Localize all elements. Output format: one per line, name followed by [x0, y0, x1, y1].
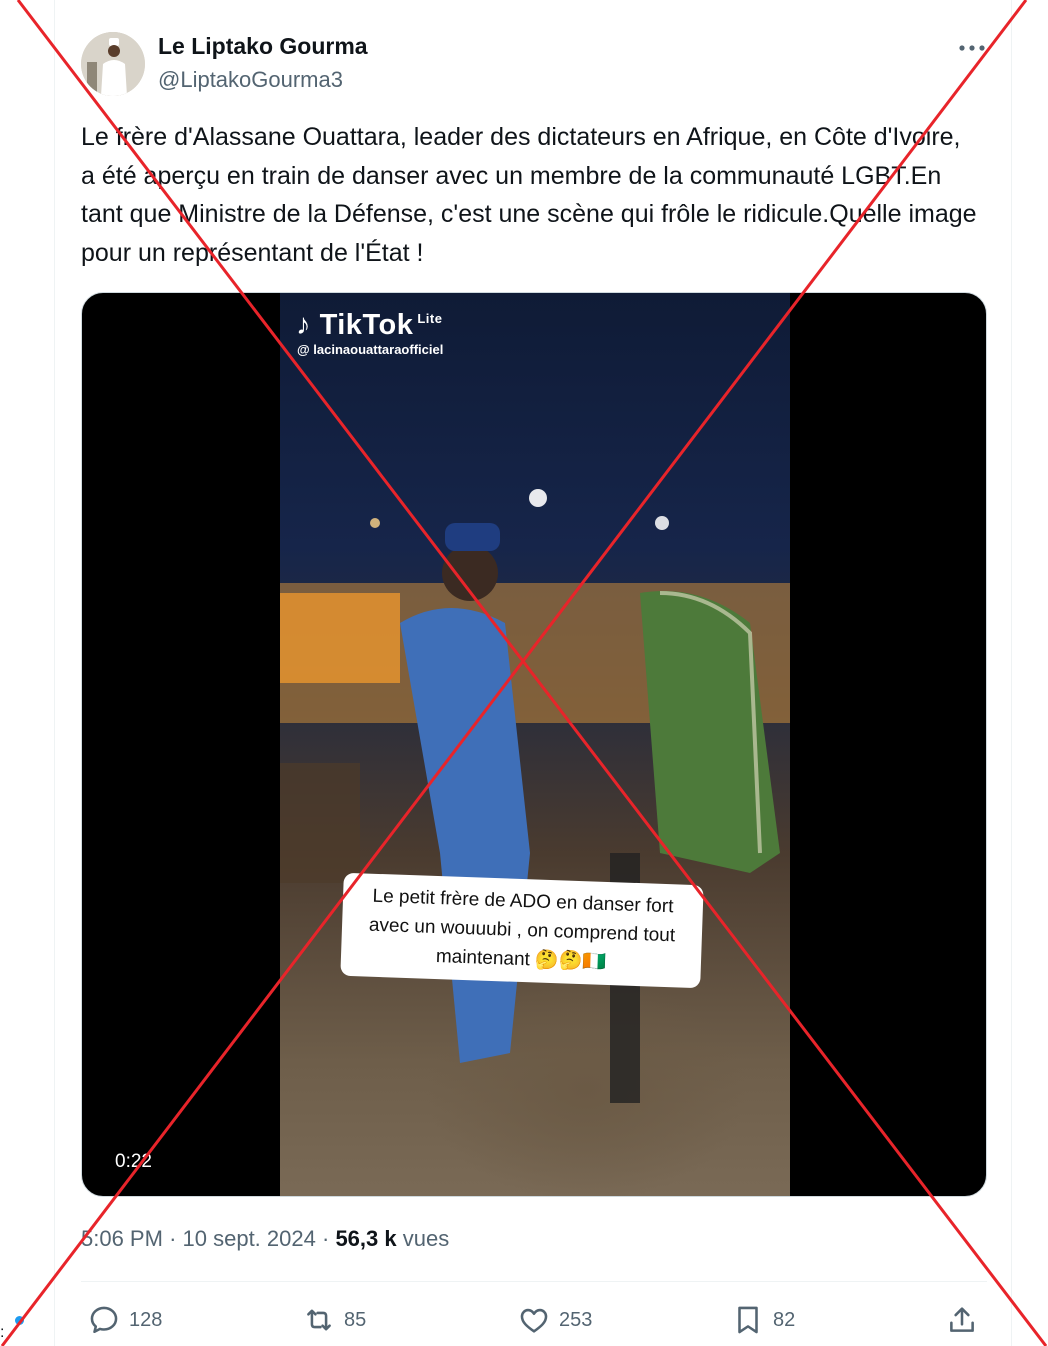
- divider: [81, 1281, 987, 1282]
- tweet-meta: 5:06 PM · 10 sept. 2024 · 56,3 k vues: [81, 1226, 449, 1252]
- meta-separator: ·: [169, 1226, 183, 1251]
- tweet-text: Le frère d'Alassane Ouattara, leader des…: [81, 123, 984, 267]
- edge-ellipsis: :: [0, 1324, 5, 1341]
- tiktok-handle: @ lacinaouattaraofficiel: [297, 342, 444, 357]
- meta-separator: ·: [321, 1226, 336, 1251]
- share-button[interactable]: [945, 1302, 979, 1338]
- views-count: 56,3 k: [335, 1226, 397, 1251]
- avatar-figure: [81, 32, 145, 96]
- tiktok-note-icon: ♪: [296, 309, 311, 341]
- bookmark-count: 82: [773, 1308, 796, 1331]
- author-name[interactable]: Le Liptako Gourma: [158, 33, 368, 60]
- share-icon: [950, 1307, 974, 1332]
- video-scene: [280, 489, 790, 1103]
- like-icon: [520, 1308, 548, 1333]
- bookmark-icon: [738, 1306, 758, 1334]
- action-bar: 128 85 253 82: [0, 1296, 1048, 1346]
- like-button[interactable]: 253: [517, 1302, 592, 1338]
- like-count: 253: [559, 1308, 593, 1331]
- tiktok-wordmark: TikTok: [319, 309, 414, 341]
- more-options-button[interactable]: [954, 34, 990, 62]
- tiktok-logo: ♪ TikTok Lite: [296, 309, 442, 342]
- video-player[interactable]: ♪ TikTok Lite @ lacinaouattaraofficiel Le…: [81, 292, 987, 1197]
- repost-count: 85: [344, 1308, 367, 1331]
- views-label: vues: [402, 1226, 450, 1251]
- repost-icon: [307, 1309, 331, 1331]
- video-frame: ♪ TikTok Lite @ lacinaouattaraofficiel Le…: [280, 293, 790, 1196]
- tweet-time[interactable]: 5:06 PM: [81, 1226, 163, 1251]
- video-caption: Le petit frère de ADO en danser fort ave…: [340, 872, 704, 989]
- reply-button[interactable]: 128: [87, 1302, 162, 1338]
- bookmark-button[interactable]: 82: [731, 1302, 795, 1338]
- tweet-page: Le Liptako Gourma @LiptakoGourma3 Le frè…: [0, 0, 1048, 1346]
- edge-dot: [15, 1316, 24, 1325]
- tiktok-lite: Lite: [417, 311, 443, 327]
- author-handle[interactable]: @LiptakoGourma3: [158, 67, 343, 93]
- avatar[interactable]: [81, 32, 145, 96]
- more-icon: [959, 45, 985, 51]
- reply-icon: [90, 1306, 118, 1334]
- repost-button[interactable]: 85: [302, 1302, 366, 1338]
- video-duration: 0:22: [115, 1151, 152, 1172]
- tweet-date[interactable]: 10 sept. 2024: [183, 1226, 316, 1251]
- reply-count: 128: [129, 1308, 163, 1331]
